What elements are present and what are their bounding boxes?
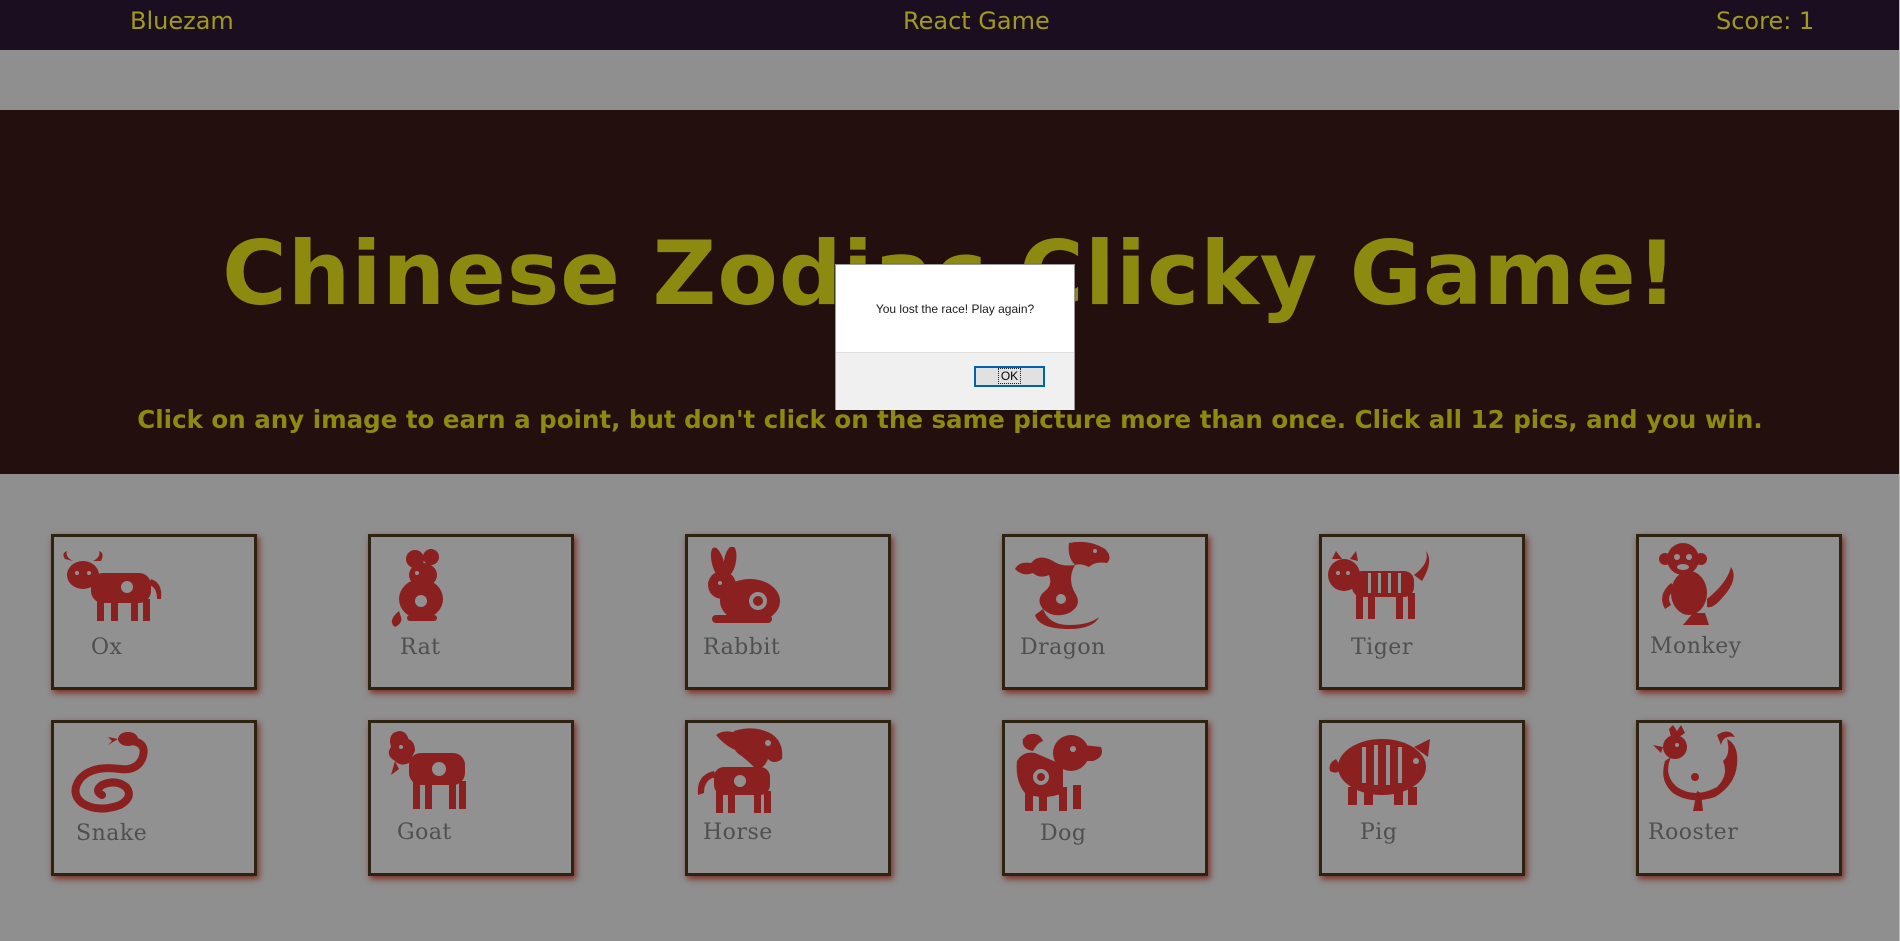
alert-dialog: You lost the race! Play again? OK	[835, 264, 1075, 410]
alert-message: You lost the race! Play again?	[875, 302, 1035, 316]
alert-footer: OK	[836, 352, 1074, 410]
ok-button[interactable]: OK	[974, 366, 1045, 387]
ok-button-label: OK	[997, 368, 1022, 384]
modal-overlay: You lost the race! Play again? OK	[0, 0, 1900, 941]
